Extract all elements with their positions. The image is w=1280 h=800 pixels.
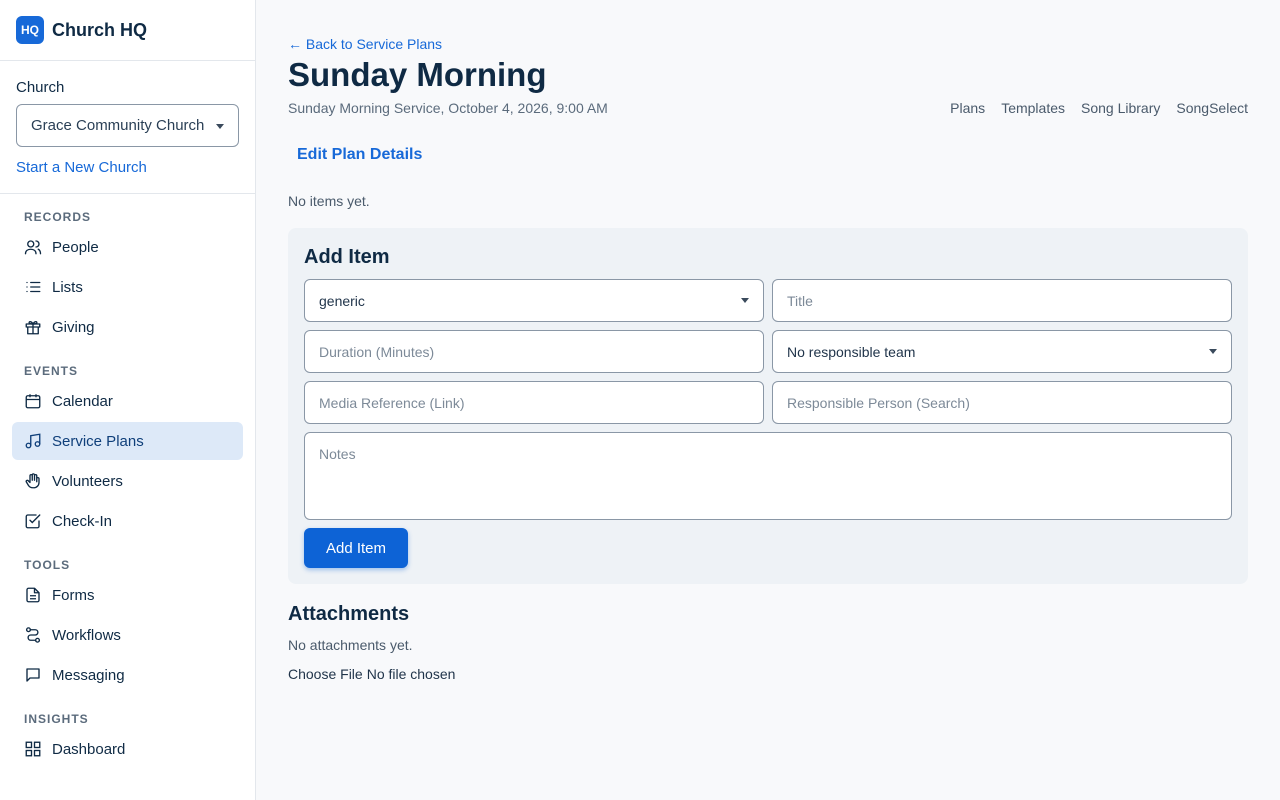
sidebar-item-messaging[interactable]: Messaging bbox=[12, 656, 243, 694]
add-item-heading: Add Item bbox=[304, 246, 390, 268]
plan-subtitle: Sunday Morning Service, October 4, 2026,… bbox=[288, 100, 608, 116]
sidebar-item-label: Lists bbox=[52, 278, 83, 296]
notes-textarea[interactable]: Notes bbox=[304, 432, 1232, 520]
church-select-value: Grace Community Church bbox=[31, 117, 205, 134]
edit-plan-details-button[interactable]: Edit Plan Details bbox=[297, 146, 422, 164]
sidebar-item-label: Check-In bbox=[52, 512, 113, 530]
sidebar-item-label: Service Plans bbox=[52, 432, 144, 450]
sidebar-item-forms[interactable]: Forms bbox=[12, 576, 243, 614]
sidebar-item-dashboard[interactable]: Dashboard bbox=[12, 730, 243, 768]
attachments-empty-message: No attachments yet. bbox=[288, 637, 413, 653]
item-type-select[interactable]: generic bbox=[304, 279, 764, 322]
item-type-value: generic bbox=[319, 292, 365, 309]
section-label-events: EVENTS bbox=[24, 364, 79, 378]
section-label-records: RECORDS bbox=[24, 210, 92, 224]
sidebar-item-calendar[interactable]: Calendar bbox=[12, 382, 243, 420]
section-label-tools: TOOLS bbox=[24, 558, 71, 572]
sidebar: HQ Church HQ Church Grace Community Chur… bbox=[0, 0, 256, 800]
responsible-person-input[interactable]: Responsible Person (Search) bbox=[772, 381, 1232, 424]
page-title: Sunday Morning bbox=[288, 56, 547, 93]
sidebar-nav: RECORDS People Lists Giving EVENTS Calen… bbox=[0, 194, 255, 768]
gift-icon bbox=[24, 318, 42, 336]
check-square-icon bbox=[24, 512, 42, 530]
start-new-church-link[interactable]: Start a New Church bbox=[16, 159, 239, 176]
music-note-icon bbox=[24, 432, 42, 450]
sidebar-item-workflows[interactable]: Workflows bbox=[12, 616, 243, 654]
file-text-icon bbox=[24, 586, 42, 604]
sidebar-item-lists[interactable]: Lists bbox=[12, 268, 243, 306]
sidebar-item-label: Workflows bbox=[52, 626, 121, 644]
file-input[interactable]: Choose File No file chosen bbox=[288, 666, 455, 682]
sidebar-item-check-in[interactable]: Check-In bbox=[12, 502, 243, 540]
attachments-heading: Attachments bbox=[288, 603, 410, 625]
chevron-down-icon bbox=[741, 298, 749, 303]
add-item-card: Add Item generic Title Duration (Minutes… bbox=[288, 228, 1248, 584]
message-square-icon bbox=[24, 666, 42, 684]
empty-items-message: No items yet. bbox=[288, 193, 370, 209]
church-block: Church Grace Community Church Start a Ne… bbox=[0, 61, 255, 194]
top-links: Plans Templates Song Library SongSelect bbox=[950, 100, 1248, 116]
title-input[interactable]: Title bbox=[772, 279, 1232, 322]
section-label-insights: INSIGHTS bbox=[24, 712, 89, 726]
song-library-link[interactable]: Song Library bbox=[1081, 100, 1160, 116]
church-select[interactable]: Grace Community Church bbox=[16, 104, 239, 147]
sidebar-item-giving[interactable]: Giving bbox=[12, 308, 243, 346]
sidebar-item-label: Volunteers bbox=[52, 472, 123, 490]
users-icon bbox=[24, 238, 42, 256]
sidebar-item-label: People bbox=[52, 238, 99, 256]
sidebar-item-volunteers[interactable]: Volunteers bbox=[12, 462, 243, 500]
brand-logo: HQ bbox=[16, 16, 44, 44]
back-to-service-plans-link[interactable]: ← Back to Service Plans bbox=[288, 36, 442, 52]
responsible-team-value: No responsible team bbox=[787, 343, 916, 360]
calendar-icon bbox=[24, 392, 42, 410]
sidebar-item-label: Forms bbox=[52, 586, 95, 604]
sidebar-item-label: Calendar bbox=[52, 392, 113, 410]
choose-file-button[interactable]: Choose File bbox=[288, 666, 363, 682]
sidebar-item-label: Giving bbox=[52, 318, 95, 336]
add-item-button[interactable]: Add Item bbox=[304, 528, 408, 568]
templates-link[interactable]: Templates bbox=[1001, 100, 1065, 116]
hand-icon bbox=[24, 472, 42, 490]
sidebar-item-service-plans[interactable]: Service Plans bbox=[12, 422, 243, 460]
responsible-team-select[interactable]: No responsible team bbox=[772, 330, 1232, 373]
dashboard-icon bbox=[24, 740, 42, 758]
media-reference-input[interactable]: Media Reference (Link) bbox=[304, 381, 764, 424]
file-status: No file chosen bbox=[366, 666, 456, 682]
chevron-down-icon bbox=[1209, 349, 1217, 354]
route-icon bbox=[24, 626, 42, 644]
brand-name: Church HQ bbox=[52, 19, 148, 40]
sidebar-item-people[interactable]: People bbox=[12, 228, 243, 266]
sidebar-item-label: Dashboard bbox=[52, 740, 126, 758]
list-icon bbox=[24, 278, 42, 296]
brand[interactable]: HQ Church HQ bbox=[0, 0, 255, 61]
sidebar-item-label: Messaging bbox=[52, 666, 125, 684]
church-label: Church bbox=[16, 79, 65, 96]
duration-input[interactable]: Duration (Minutes) bbox=[304, 330, 764, 373]
chevron-down-icon bbox=[216, 124, 224, 129]
songselect-link[interactable]: SongSelect bbox=[1176, 100, 1248, 116]
plans-link[interactable]: Plans bbox=[950, 100, 985, 116]
